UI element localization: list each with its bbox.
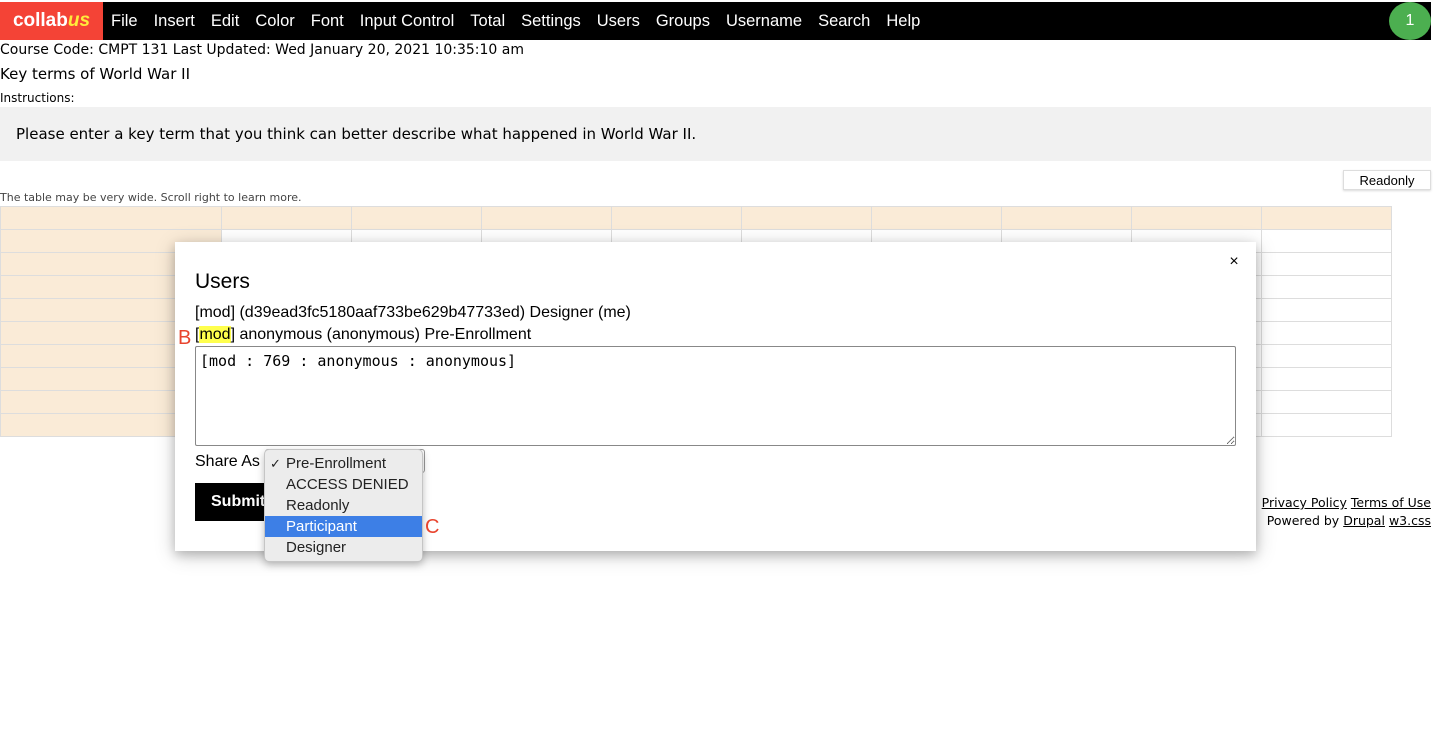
menu-search[interactable]: Search (810, 2, 878, 40)
menu-insert[interactable]: Insert (146, 2, 203, 40)
user-entry-anonymous: [mod] anonymous (anonymous) Pre-Enrollme… (195, 326, 531, 344)
grid-cell (351, 206, 482, 230)
annotation-marker-c: C (425, 516, 440, 538)
grid-cell (611, 206, 742, 230)
grid-cell[interactable] (1261, 275, 1392, 299)
grid-cell[interactable] (1261, 229, 1392, 253)
grid-cell[interactable] (1261, 321, 1392, 345)
grid-cell (741, 206, 872, 230)
close-icon[interactable]: × (1226, 253, 1242, 271)
option-label: Designer (286, 539, 347, 556)
readonly-button[interactable]: Readonly (1343, 170, 1431, 190)
grid-cell (871, 206, 1002, 230)
option-label: Readonly (286, 497, 350, 514)
instructions-box: Please enter a key term that you think c… (0, 107, 1431, 161)
top-navbar: collab us File Insert Edit Color Font Inp… (0, 2, 1431, 40)
grid-cell[interactable] (1261, 252, 1392, 276)
menu-font[interactable]: Font (303, 2, 352, 40)
grid-cell[interactable] (1261, 344, 1392, 368)
w3css-link[interactable]: w3.css (1389, 513, 1431, 528)
terms-of-use-link[interactable]: Terms of Use (1351, 495, 1431, 510)
menu-edit[interactable]: Edit (203, 2, 247, 40)
share-as-dropdown[interactable]: ✓ Pre-Enrollment ACCESS DENIED Readonly P… (264, 449, 423, 562)
share-as-label: Share As (195, 453, 260, 470)
menu-total[interactable]: Total (462, 2, 513, 40)
checkmark-icon: ✓ (270, 456, 281, 471)
grid-cell (1001, 206, 1132, 230)
menu-settings[interactable]: Settings (513, 2, 589, 40)
powered-by-text: Powered by (1266, 513, 1340, 528)
drupal-link[interactable]: Drupal (1343, 513, 1385, 528)
grid-cell (481, 206, 612, 230)
instructions-text: Please enter a key term that you think c… (16, 125, 697, 143)
option-label: ACCESS DENIED (286, 476, 409, 493)
option-pre-enrollment[interactable]: ✓ Pre-Enrollment (265, 453, 422, 474)
menu-input-control[interactable]: Input Control (352, 2, 462, 40)
modal-title: Users (195, 270, 250, 293)
option-label: Pre-Enrollment (286, 455, 387, 472)
grid-cell[interactable] (1261, 390, 1392, 414)
highlighted-mod-text: mod (199, 326, 231, 343)
option-readonly[interactable]: Readonly (265, 495, 422, 516)
grid-cell (1261, 206, 1392, 230)
grid-cell[interactable] (1261, 413, 1392, 437)
logo-accent-text: us (67, 10, 91, 31)
menu-file[interactable]: File (103, 2, 146, 40)
user-count-badge[interactable]: 1 (1389, 2, 1431, 40)
grid-cell (221, 206, 352, 230)
grid-header-row (0, 206, 1392, 230)
footer-links: Privacy Policy Terms of Use Powered by D… (1262, 494, 1431, 530)
menu-users[interactable]: Users (589, 2, 648, 40)
instructions-label: Instructions: (0, 91, 75, 105)
option-designer[interactable]: Designer (265, 537, 422, 558)
option-access-denied[interactable]: ACCESS DENIED (265, 474, 422, 495)
course-info: Course Code: CMPT 131 Last Updated: Wed … (0, 42, 525, 58)
user-entry-designer: [mod] (d39ead3fc5180aaf733be629b47733ed)… (195, 304, 631, 321)
page-title: Key terms of World War II (0, 65, 190, 83)
share-textarea[interactable]: [mod : 769 : anonymous : anonymous] (195, 346, 1236, 446)
grid-cell[interactable] (1261, 298, 1392, 322)
grid-cell (1131, 206, 1262, 230)
scroll-note: The table may be very wide. Scroll right… (0, 191, 302, 204)
grid-cell (0, 206, 222, 230)
menu-color[interactable]: Color (247, 2, 302, 40)
menu-username[interactable]: Username (718, 2, 810, 40)
menu-groups[interactable]: Groups (648, 2, 718, 40)
annotation-marker-b: B (178, 327, 192, 349)
privacy-policy-link[interactable]: Privacy Policy (1262, 495, 1347, 510)
option-label: Participant (286, 518, 357, 535)
option-participant[interactable]: Participant (265, 516, 422, 537)
logo-main-text: collab (12, 10, 68, 31)
user2-rest: ] anonymous (anonymous) Pre-Enrollment (230, 326, 532, 343)
app-logo[interactable]: collab us (0, 2, 103, 40)
grid-cell[interactable] (1261, 367, 1392, 391)
menu-help[interactable]: Help (878, 2, 928, 40)
